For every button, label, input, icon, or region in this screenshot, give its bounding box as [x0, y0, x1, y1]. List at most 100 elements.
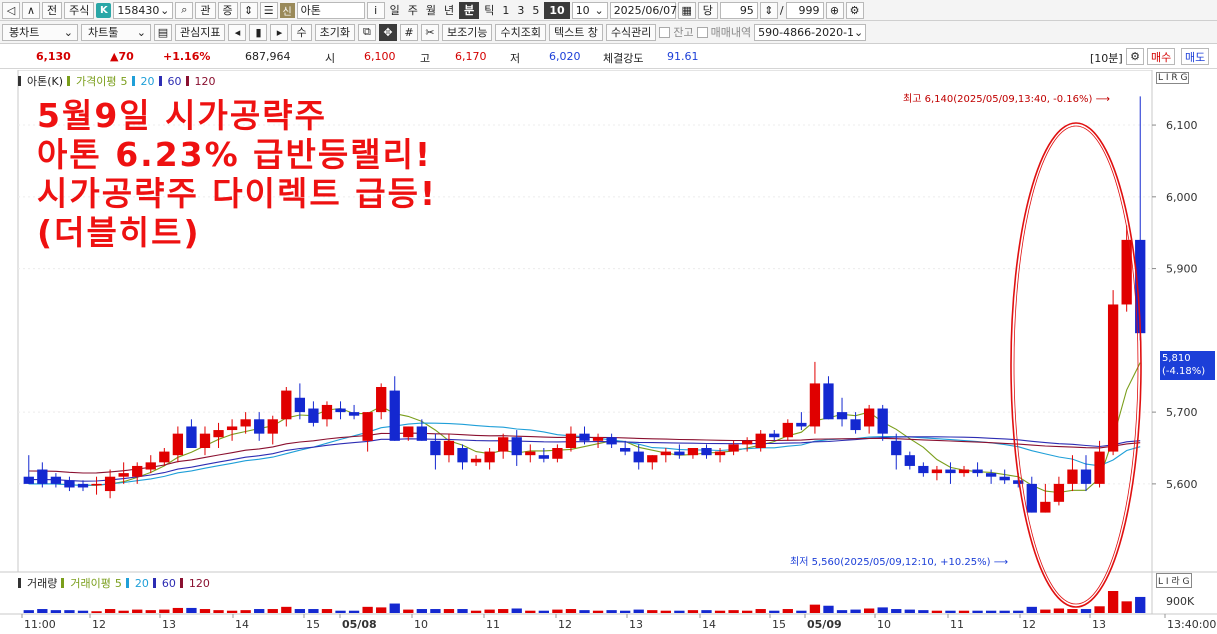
index-query-button[interactable]: 수치조회: [495, 23, 546, 41]
period-month-button[interactable]: 월: [423, 2, 439, 19]
balance-check-box[interactable]: [659, 26, 671, 38]
jeung-button[interactable]: 증: [217, 1, 238, 19]
interval-1-button[interactable]: 1: [499, 2, 512, 19]
x-tick-label: 14: [235, 618, 249, 631]
promo-overlay-text: 5월9일 시가공략주 아톤 6.23% 급반등랠리! 시가공략주 다이렉트 급등…: [37, 96, 437, 252]
period-tick-button[interactable]: 틱: [481, 2, 497, 19]
chart-type-select[interactable]: 봉차트 ⌄: [2, 23, 78, 41]
interval-5-button[interactable]: 5: [529, 2, 542, 19]
scissors-icon[interactable]: ✂: [420, 23, 439, 41]
watch-indicator-button[interactable]: 관심지표: [175, 23, 226, 41]
interval-select[interactable]: 10 ⌄: [571, 1, 608, 19]
hash-icon[interactable]: #: [399, 23, 418, 41]
x-tick-label: 13:40:00: [1167, 618, 1216, 631]
menu-up-icon[interactable]: ∧: [22, 1, 40, 19]
chart-tool-select[interactable]: 차트툴 ⌄: [81, 23, 151, 41]
candle-body: [985, 473, 997, 477]
scroll-right-icon[interactable]: ▸: [270, 23, 289, 41]
volume-bar: [918, 610, 929, 613]
period-minute-button[interactable]: 분: [459, 1, 480, 19]
move-icon[interactable]: ✥: [378, 23, 397, 41]
candle-body: [620, 448, 631, 452]
strength-label: 체결강도: [603, 52, 644, 65]
candle-body: [430, 440, 441, 456]
panel-tag-volume[interactable]: L I 라 G: [1156, 573, 1192, 588]
save-icon[interactable]: ▤: [154, 23, 172, 41]
scroll-left-icon[interactable]: ◂: [228, 23, 247, 41]
candle-body: [457, 448, 468, 463]
legend-stock: 아톤(K): [27, 75, 64, 88]
prev-button[interactable]: 전: [42, 1, 63, 19]
volume-bar: [1135, 596, 1146, 613]
stock-code-input[interactable]: 158430 ⌄: [113, 1, 174, 19]
overlay-line-4: (더블히트): [37, 213, 201, 252]
sell-button[interactable]: 매도: [1181, 48, 1210, 65]
legend-vol-ma-title: 거래이평: [70, 577, 111, 590]
candle-body: [565, 433, 577, 448]
text-window-button[interactable]: 텍스트 창: [548, 23, 603, 41]
count-spinner-icon[interactable]: ⇕: [759, 1, 778, 19]
candle-body: [104, 476, 116, 492]
period-day-button[interactable]: 일: [387, 2, 403, 19]
x-tick-label: 15: [772, 618, 786, 631]
balance-checkbox[interactable]: 잔고: [659, 24, 694, 40]
interval-select-text: 10: [575, 3, 590, 17]
gwan-button[interactable]: 관: [195, 1, 216, 19]
volume-bar: [457, 609, 468, 613]
aux-function-button[interactable]: 보조기능: [441, 23, 493, 41]
candle-body: [376, 387, 387, 413]
window-icon[interactable]: ⧉: [357, 23, 376, 41]
search-icon[interactable]: ⌕: [175, 1, 194, 19]
trade-history-check-box[interactable]: [696, 26, 708, 38]
legend-marker: [158, 76, 162, 86]
info-button[interactable]: i: [366, 1, 385, 19]
legend-vma120: 120: [188, 576, 210, 590]
formula-mgmt-button[interactable]: 수식관리: [605, 23, 657, 41]
candle-body: [403, 426, 414, 438]
volume-bar: [525, 610, 536, 613]
candle-body: [809, 383, 821, 427]
candle-body: [606, 437, 617, 445]
market-select[interactable]: 주식: [64, 1, 95, 19]
panel-tag-price[interactable]: L I R G: [1156, 72, 1190, 84]
account-select[interactable]: 590-4866-2020-1 ⌄: [754, 23, 867, 41]
candle-body: [836, 412, 848, 420]
volume-bar: [294, 609, 306, 613]
interval-3-button[interactable]: 3: [514, 2, 527, 19]
count-input[interactable]: 95: [719, 1, 758, 19]
legend-marker: [61, 578, 65, 588]
highlight-ellipse-inner: [1013, 125, 1139, 605]
y-tick-label: 5,700: [1166, 406, 1198, 419]
reset-button[interactable]: 초기화: [314, 23, 355, 41]
volume-bar: [836, 610, 848, 613]
volume-bar: [1026, 606, 1037, 613]
candle-body: [742, 440, 753, 445]
volume-bar: [985, 610, 997, 613]
period-year-button[interactable]: 년: [441, 2, 457, 19]
dang-button[interactable]: 당: [697, 1, 718, 19]
volume-bar: [891, 609, 902, 613]
scroll-left-button[interactable]: ◁: [2, 1, 20, 19]
zoom-in-icon[interactable]: ⊕: [825, 1, 844, 19]
legend-marker: [67, 76, 71, 86]
open-label: 시: [325, 52, 336, 65]
settings-gear-icon[interactable]: ⚙: [1126, 48, 1144, 65]
trade-history-checkbox[interactable]: 매매내역: [696, 24, 751, 40]
volume-bar: [579, 610, 590, 613]
date-input[interactable]: 2025/06/07: [609, 1, 677, 19]
list-icon[interactable]: ☰: [259, 1, 278, 19]
scroll-bar-icon[interactable]: ▮: [249, 23, 268, 41]
volume-bar: [172, 607, 184, 613]
buy-button[interactable]: 매수: [1147, 48, 1176, 65]
su-button[interactable]: 수: [291, 23, 312, 41]
candle-body: [796, 422, 807, 427]
spinner-icon[interactable]: ⇕: [239, 1, 258, 19]
period-week-button[interactable]: 주: [405, 2, 421, 19]
candle-body: [945, 469, 956, 474]
calendar-icon[interactable]: ▦: [677, 1, 696, 19]
interval-10-button[interactable]: 10: [544, 1, 570, 19]
max-count-input[interactable]: 999: [785, 1, 824, 19]
kospi-badge: K: [96, 2, 112, 18]
period-tag: [10분]: [1090, 52, 1123, 65]
gear-icon[interactable]: ⚙: [845, 1, 864, 19]
